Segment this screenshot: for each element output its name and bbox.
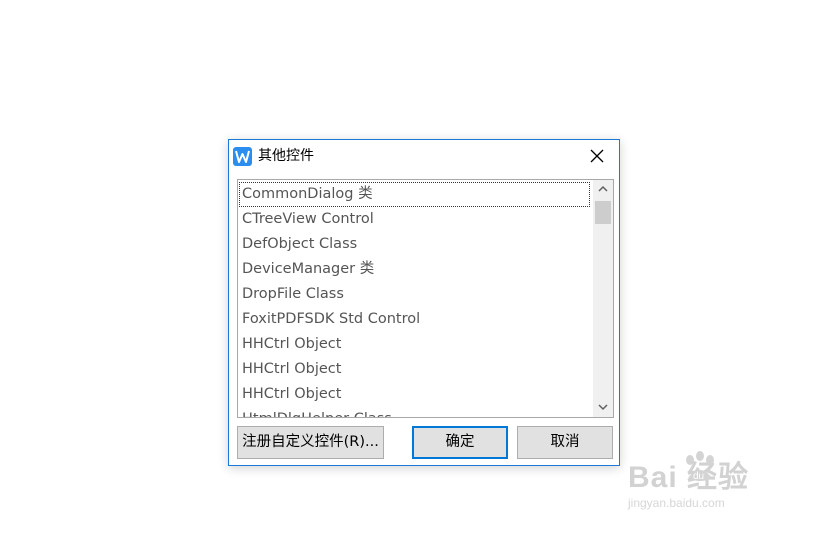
- list-item[interactable]: DropFile Class: [239, 282, 590, 307]
- list-item[interactable]: CTreeView Control: [239, 207, 590, 232]
- svg-text:du: du: [693, 471, 704, 482]
- list-item[interactable]: DeviceManager 类: [239, 257, 590, 282]
- other-controls-dialog: 其他控件 CommonDialog 类 CTreeView Control De…: [228, 139, 620, 466]
- list-item[interactable]: FoxitPDFSDK Std Control: [239, 307, 590, 332]
- scroll-up-button[interactable]: [593, 180, 613, 198]
- list-item[interactable]: HHCtrl Object: [239, 357, 590, 382]
- watermark-url: jingyan.baidu.com: [628, 496, 725, 510]
- close-icon: [590, 149, 604, 163]
- paw-icon: du: [686, 451, 714, 482]
- ok-button[interactable]: 确定: [412, 426, 508, 459]
- list-scrollbar[interactable]: [593, 180, 613, 417]
- register-custom-control-button[interactable]: 注册自定义控件(R)...: [237, 426, 384, 459]
- close-button[interactable]: [575, 140, 619, 172]
- scroll-down-button[interactable]: [593, 399, 613, 417]
- title-bar[interactable]: 其他控件: [229, 140, 619, 173]
- list-item[interactable]: CommonDialog 类: [239, 182, 590, 207]
- scroll-thumb[interactable]: [595, 201, 611, 224]
- wps-writer-icon: [233, 147, 252, 166]
- chevron-down-icon: [598, 404, 608, 411]
- controls-listbox[interactable]: CommonDialog 类 CTreeView Control DefObje…: [237, 179, 614, 418]
- list-item[interactable]: HHCtrl Object: [239, 332, 590, 357]
- controls-list: CommonDialog 类 CTreeView Control DefObje…: [238, 180, 594, 417]
- dialog-title: 其他控件: [258, 148, 314, 164]
- list-item[interactable]: DefObject Class: [239, 232, 590, 257]
- cancel-button[interactable]: 取消: [517, 426, 613, 459]
- list-item[interactable]: HtmlDlgHelper Class: [239, 407, 590, 417]
- list-item[interactable]: HHCtrl Object: [239, 382, 590, 407]
- baidu-jingyan-watermark: Bai 经验 du jingyan.baidu.com: [628, 446, 778, 516]
- chevron-up-icon: [598, 185, 608, 192]
